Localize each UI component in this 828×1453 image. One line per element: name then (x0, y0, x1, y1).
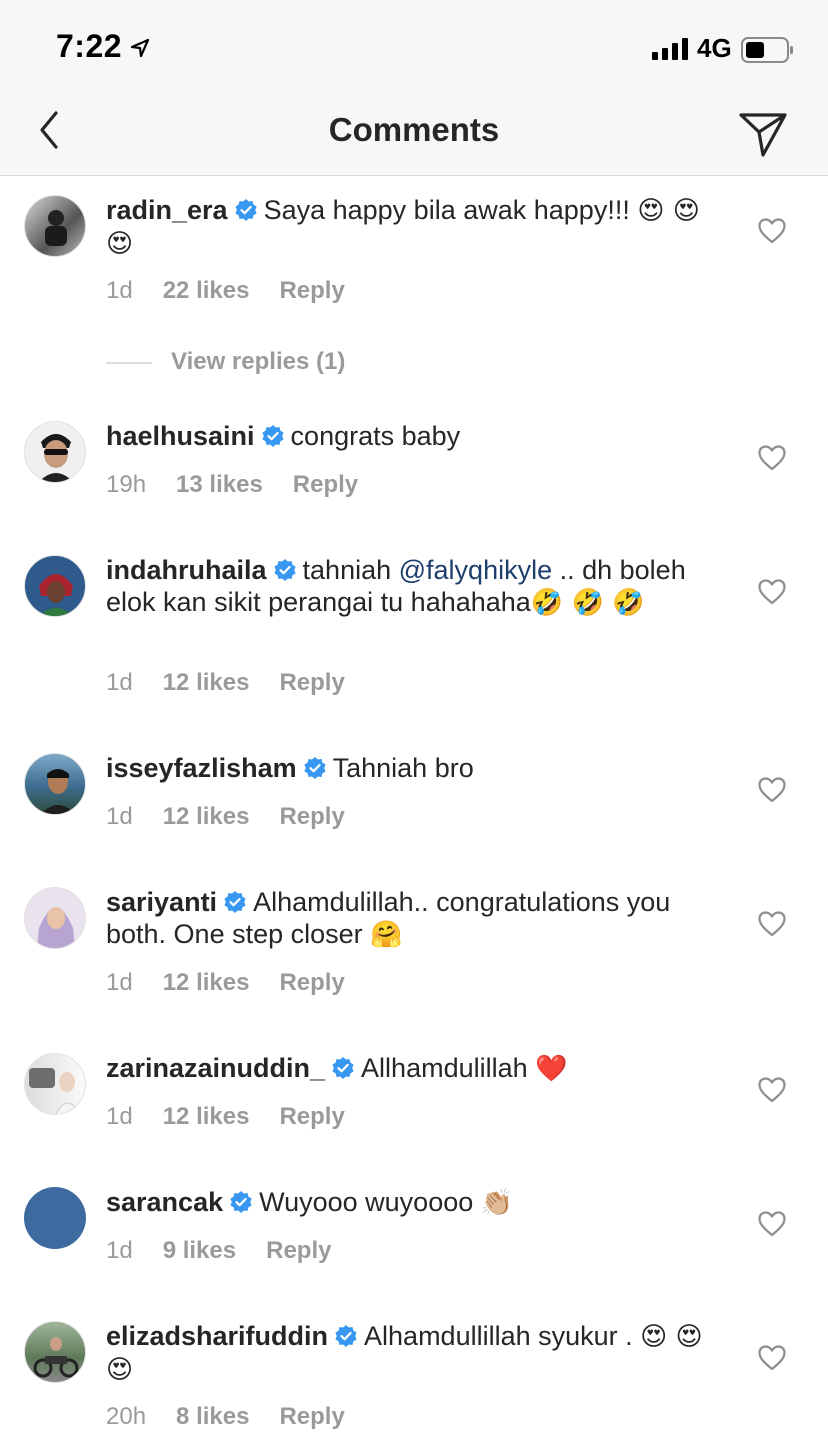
avatar[interactable] (24, 887, 86, 949)
comment-meta: 1d 12 likes Reply (106, 969, 375, 997)
avatar[interactable] (24, 555, 86, 617)
reply-button[interactable]: Reply (279, 969, 344, 996)
likes-count[interactable]: 13 likes (176, 471, 263, 498)
likes-count[interactable]: 9 likes (163, 1237, 236, 1264)
comment-text: haelhusaini congrats baby (106, 420, 716, 452)
reply-button[interactable]: Reply (279, 1103, 344, 1130)
like-heart-icon[interactable] (758, 1345, 786, 1371)
avatar[interactable] (24, 753, 86, 815)
location-arrow-icon (130, 38, 150, 58)
comment-body: Tahniah bro (332, 753, 474, 783)
like-heart-icon[interactable] (758, 1077, 786, 1103)
signal-icon (652, 38, 688, 60)
verified-badge-icon (273, 559, 296, 581)
rofl-emoji: 🤣 🤣 🤣 (530, 588, 645, 618)
view-replies-button[interactable]: View replies (1) (106, 348, 506, 378)
status-bar: 7:22 4G (0, 0, 828, 95)
comment-time: 1d (106, 277, 133, 304)
comment-username[interactable]: isseyfazlisham (106, 753, 297, 783)
verified-badge-icon (335, 1325, 357, 1347)
comment-time: 20h (106, 1403, 147, 1430)
verified-badge-icon (224, 891, 246, 913)
comment-body: Saya happy bila awak happy!!! (263, 195, 638, 225)
comment-meta: 19h 13 likes Reply (106, 471, 388, 499)
verified-badge-icon (230, 1191, 252, 1213)
verified-badge-icon (261, 425, 284, 447)
comment-username[interactable]: indahruhaila (106, 555, 267, 585)
reply-button[interactable]: Reply (293, 471, 358, 498)
avatar[interactable] (24, 421, 86, 483)
comment-text: sarancak Wuyooo wuyoooo 👏🏼 (106, 1186, 716, 1219)
likes-count[interactable]: 12 likes (163, 1103, 250, 1130)
comment-text: isseyfazlisham Tahniah bro (106, 752, 716, 784)
comment-text: zarinazainuddin_ Allhamdulillah ❤️ (106, 1052, 716, 1085)
likes-count[interactable]: 12 likes (163, 669, 250, 696)
send-direct-icon[interactable] (736, 105, 790, 159)
like-heart-icon[interactable] (758, 911, 786, 937)
comment-meta: 1d 9 likes Reply (106, 1237, 361, 1265)
reply-button[interactable]: Reply (279, 803, 344, 830)
reply-button[interactable]: Reply (266, 1237, 331, 1264)
likes-count[interactable]: 22 likes (163, 277, 250, 304)
divider-line (106, 362, 152, 364)
comment-meta: 1d 22 likes Reply (106, 277, 375, 305)
comment-username[interactable]: sariyanti (106, 887, 217, 917)
comment-time: 1d (106, 669, 133, 696)
reply-button[interactable]: Reply (279, 669, 344, 696)
comment-meta: 1d 12 likes Reply (106, 1103, 375, 1131)
like-heart-icon[interactable] (758, 777, 786, 803)
reply-button[interactable]: Reply (279, 1403, 344, 1430)
avatar[interactable] (24, 1321, 86, 1383)
comment-text: sariyanti Alhamdulillah.. congratulations… (106, 886, 716, 951)
comment-username[interactable]: sarancak (106, 1187, 223, 1217)
likes-count[interactable]: 12 likes (163, 803, 250, 830)
comment-text: indahruhaila tahniah @falyqhikyle .. dh b… (106, 554, 716, 619)
clapping-hands-emoji: 👏🏼 (480, 1188, 514, 1218)
comment-time: 19h (106, 471, 147, 498)
comment-body: Allhamdulillah (361, 1053, 536, 1083)
comment-time: 1d (106, 1103, 133, 1130)
comment-username[interactable]: radin_era (106, 195, 228, 225)
comment-meta: 1d 12 likes Reply (106, 803, 375, 831)
comment-body: congrats baby (290, 421, 461, 451)
avatar[interactable] (24, 1053, 86, 1115)
comment-body: Alhamdullillah syukur . (364, 1321, 641, 1351)
avatar[interactable] (24, 1187, 86, 1249)
like-heart-icon[interactable] (758, 1211, 786, 1237)
mention-link[interactable]: @falyqhikyle (399, 555, 552, 585)
comment-username[interactable]: elizadsharifuddin (106, 1321, 328, 1351)
verified-badge-icon (332, 1057, 354, 1079)
avatar[interactable] (24, 195, 86, 257)
comment-username[interactable]: zarinazainuddin_ (106, 1053, 325, 1083)
like-heart-icon[interactable] (758, 218, 786, 244)
likes-count[interactable]: 8 likes (176, 1403, 249, 1430)
comment-meta: 1d 12 likes Reply (106, 669, 375, 697)
red-heart-emoji: ❤️ (535, 1054, 568, 1084)
navigation-bar: Comments (0, 95, 828, 176)
comment-body: Wuyooo wuyoooo (259, 1187, 481, 1217)
comment-meta: 20h 8 likes Reply (106, 1403, 375, 1431)
verified-badge-icon (234, 199, 257, 221)
comment-time: 1d (106, 803, 133, 830)
hugging-emoji: 🤗 (370, 920, 403, 950)
view-replies-label: View replies (1) (171, 348, 346, 375)
comment-text: elizadsharifuddin Alhamdullillah syukur .… (106, 1320, 716, 1386)
status-time: 7:22 (56, 28, 123, 64)
network-label: 4G (697, 33, 732, 63)
page-title: Comments (328, 111, 500, 148)
battery-icon (741, 37, 793, 63)
comment-text: radin_era Saya happy bila awak happy!!! 😍… (106, 194, 716, 260)
comment-username[interactable]: haelhusaini (106, 421, 255, 451)
comment-body: tahniah (302, 555, 399, 585)
comment-time: 1d (106, 969, 133, 996)
reply-button[interactable]: Reply (279, 277, 344, 304)
verified-badge-icon (304, 757, 326, 779)
like-heart-icon[interactable] (758, 445, 786, 471)
comment-time: 1d (106, 1237, 133, 1264)
likes-count[interactable]: 12 likes (163, 969, 250, 996)
like-heart-icon[interactable] (758, 579, 786, 605)
